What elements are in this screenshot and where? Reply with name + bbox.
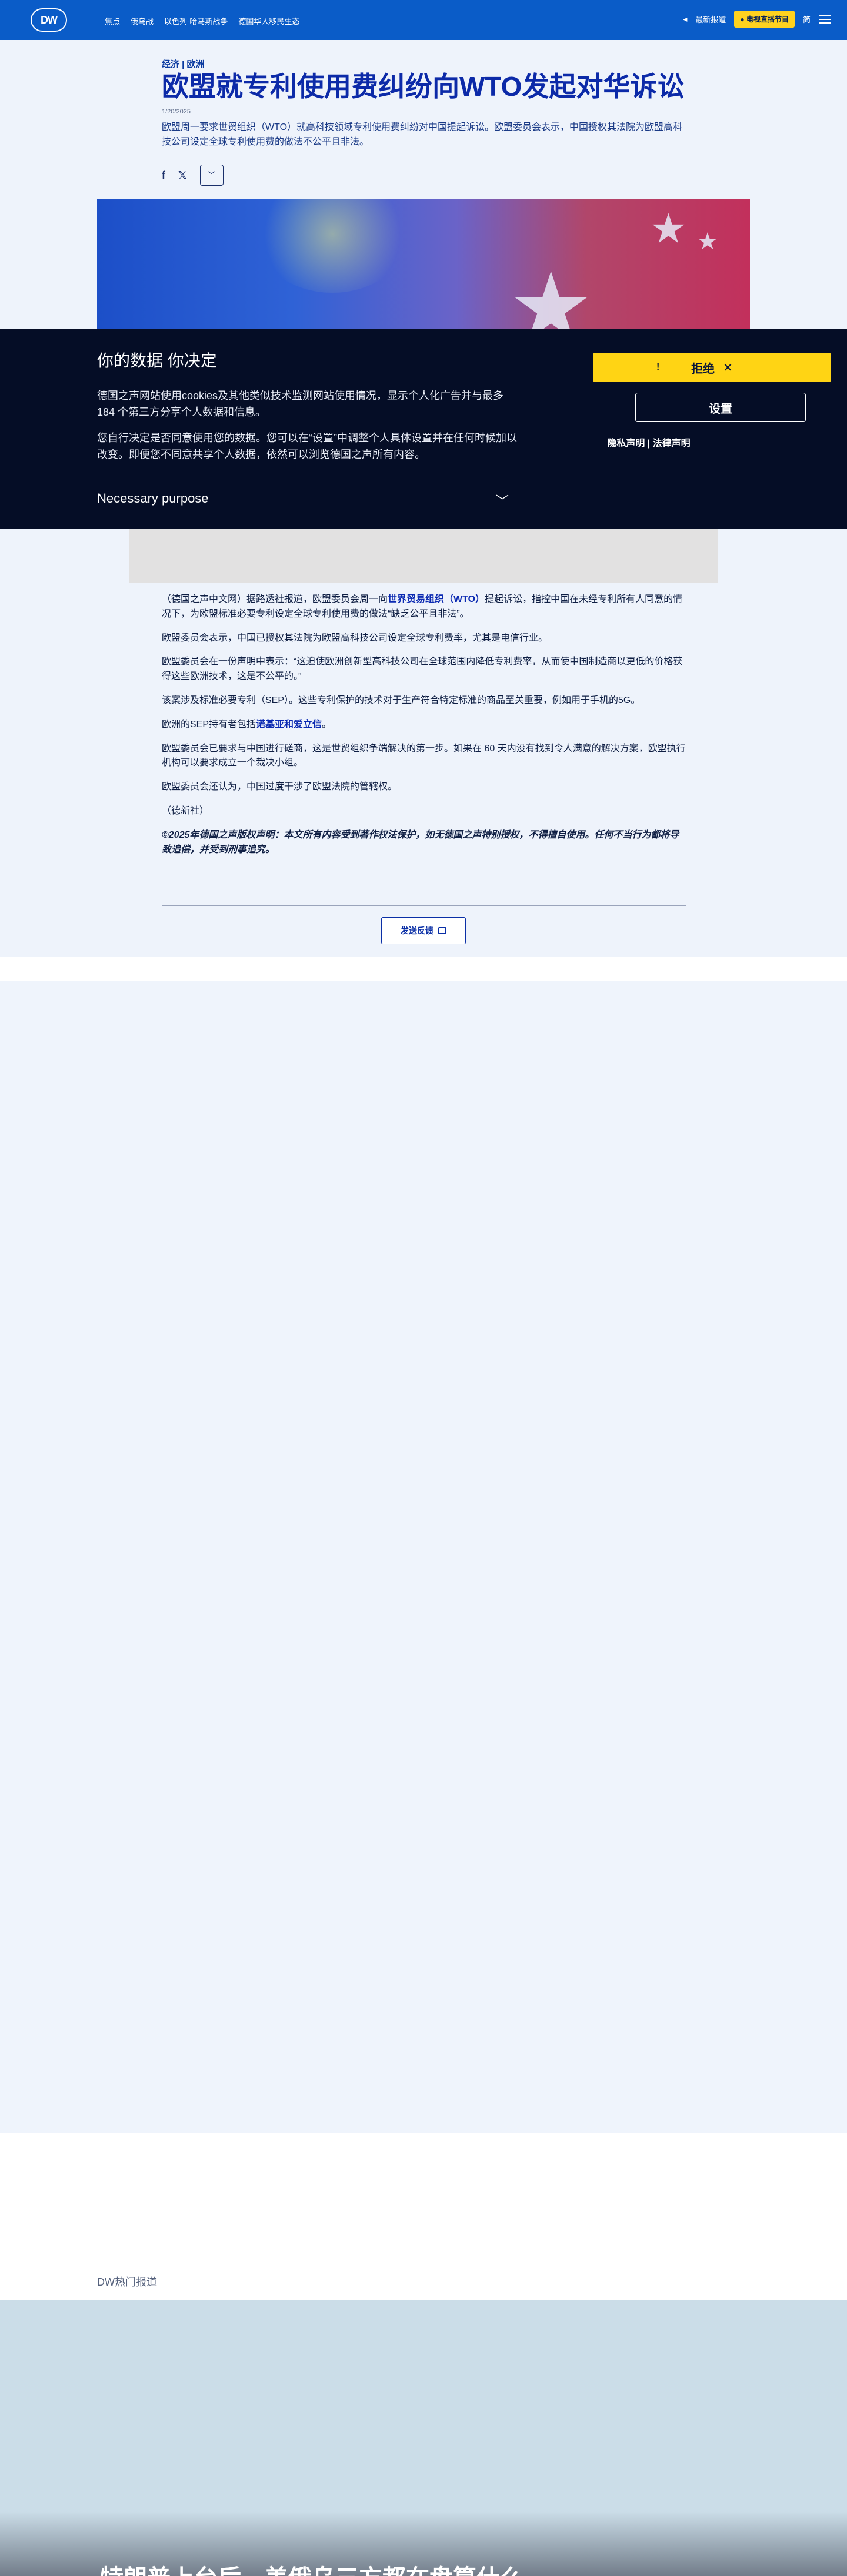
hot-section-title: DW热门报道 [97, 2276, 157, 2288]
nav-item-israel[interactable]: 以色列-哈马斯战争 [164, 15, 228, 26]
paragraph: 欧盟委员会在一份声明中表示：“这迫使欧洲创新型高科技公司在全球范围内降低专利费率… [162, 657, 683, 682]
close-icon: ✕ [723, 361, 733, 374]
nav-item-migrants[interactable]: 德国华人移民生态 [238, 15, 299, 26]
play-icon[interactable]: ◂ [683, 14, 687, 24]
language-switch[interactable]: 简 [803, 14, 811, 25]
star-icon: ★ [509, 254, 593, 334]
cookie-consent-banner: 你的数据 你决定 德国之声网站使用cookies及其他类似技术监测网站使用情况，… [0, 329, 847, 529]
article-title: 欧盟就专利使用费纠纷向WTO发起对华诉讼 [162, 71, 685, 102]
legal-links[interactable]: 隐私声明 | 法律声明 [569, 435, 728, 449]
necessary-purpose-toggle[interactable]: Necessary purpose ﹀ [97, 491, 509, 510]
chevron-down-icon: ﹀ [495, 494, 509, 508]
article-date: 1/20/2025 [162, 108, 191, 115]
paragraph: （德新社） [162, 805, 209, 816]
live-tv-button[interactable]: ● 电视直播节目 [734, 11, 795, 28]
media-placeholder [129, 529, 718, 583]
hot-teaser[interactable]: 特朗普上台后，美俄乌三方都在盘算什么 [0, 2300, 847, 2576]
reject-label: 拒绝 [691, 362, 715, 376]
paragraph: 欧盟委员会表示，中国已授权其法院为欧盟高科技公司设定全球专利费率，尤其是电信行业… [162, 633, 548, 643]
reject-button[interactable]: ! 拒绝 ✕ [593, 353, 831, 382]
related-content-area [0, 981, 847, 2133]
hero-light-glow [256, 199, 409, 293]
nav-item-ukraine[interactable]: 俄乌战 [131, 15, 154, 26]
copyright-notice: ©2025年德国之声版权声明：本文所有内容受到著作权法保护，如无德国之声特别授权… [162, 829, 679, 855]
article-body: （德国之声中文网）据路透社报道，欧盟委员会周一向世界贸易组织（WTO）提起诉讼，… [162, 593, 686, 867]
hamburger-menu-icon[interactable] [819, 15, 831, 24]
article-kicker[interactable]: 经济 | 欧洲 [162, 58, 205, 70]
info-icon: ! [656, 362, 660, 372]
nokia-ericsson-link[interactable]: 诺基亚和爱立信 [256, 720, 322, 730]
top-bar: DW 焦点 俄乌战 以色列-哈马斯战争 德国华人移民生态 ◂ 最新报道 ● 电视… [0, 0, 847, 40]
consent-text-2: 您自行决定是否同意使用您的数据。您可以在“设置”中调整个人具体设置并在任何时候加… [97, 432, 517, 460]
paragraph: （德国之声中文网）据路透社报道，欧盟委员会周一向世界贸易组织（WTO）提起诉讼，… [162, 594, 683, 619]
settings-button[interactable]: 设置 [635, 393, 806, 422]
x-icon[interactable]: 𝕏 [178, 169, 187, 182]
star-icon: ★ [697, 229, 718, 255]
facebook-icon[interactable]: f [162, 169, 165, 182]
send-feedback-button[interactable]: 发送反馈 [381, 917, 466, 944]
latest-news-link[interactable]: 最新报道 [695, 14, 726, 25]
paragraph: 欧盟委员会还认为，中国过度干涉了欧盟法院的管辖权。 [162, 782, 398, 792]
dw-logo[interactable]: DW [31, 8, 67, 32]
purpose-label: Necessary purpose [97, 491, 209, 506]
consent-title: 你的数据 你决定 [97, 352, 217, 370]
nav-item-focus[interactable]: 焦点 [105, 15, 120, 26]
wto-link[interactable]: 世界贸易组织（WTO） [388, 594, 485, 604]
feedback-label: 发送反馈 [401, 926, 433, 935]
paragraph: 欧盟委员会已要求与中国进行磋商，这是世贸组织争端解决的第一步。如果在 60 天内… [162, 743, 686, 768]
share-bar: f 𝕏 ﹀ [162, 165, 224, 186]
consent-text-1: 德国之声网站使用cookies及其他类似技术监测网站使用情况，显示个人化广告并与… [97, 390, 504, 418]
star-icon: ★ [650, 206, 687, 252]
share-more-button[interactable]: ﹀ [199, 165, 224, 186]
article-lead: 欧盟周一要求世贸组织（WTO）就高科技领域专利使用费纠纷对中国提起诉讼。欧盟委员… [162, 122, 683, 147]
spacer-band [0, 957, 847, 981]
main-nav: 焦点 俄乌战 以色列-哈马斯战争 德国华人移民生态 [105, 15, 299, 26]
hero-image: ★ ★ ★ [97, 199, 750, 334]
header-actions: ◂ 最新报道 ● 电视直播节目 简 [683, 11, 831, 28]
paragraph: 该案涉及标准必要专利（SEP）。这些专利保护的技术对于生产符合特定标准的商品至关… [162, 695, 641, 705]
divider [162, 905, 686, 906]
paragraph: 欧洲的SEP持有者包括诺基亚和爱立信。 [162, 719, 332, 730]
teaser-title[interactable]: 特朗普上台后，美俄乌三方都在盘算什么 [100, 2559, 523, 2576]
copy-icon [438, 927, 446, 934]
